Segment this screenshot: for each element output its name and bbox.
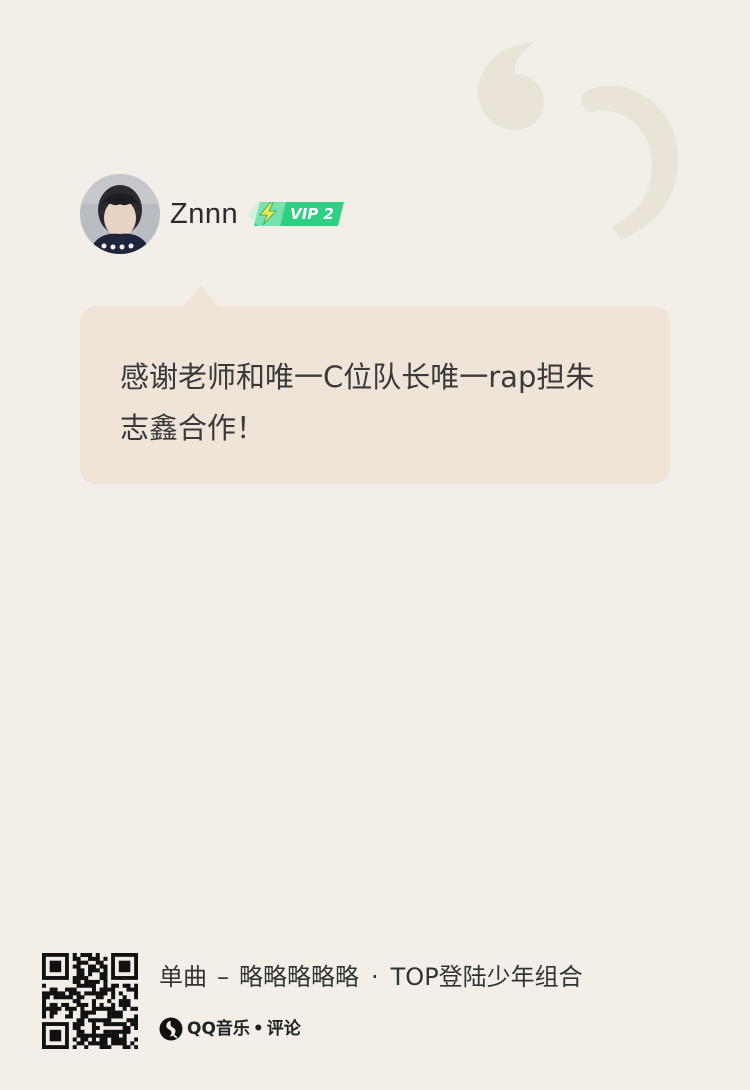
quote-decoration-icon xyxy=(470,30,690,260)
vip-label: VIP 2 xyxy=(290,205,334,223)
brand-section: 评论 xyxy=(266,1019,301,1039)
song-type: 单曲 xyxy=(159,963,207,991)
qr-code-icon xyxy=(42,953,138,1049)
bubble-tail xyxy=(183,286,219,307)
comment-author: Znnn VIP 2 xyxy=(80,174,345,254)
vip-badge: VIP 2 xyxy=(248,200,345,228)
brand-separator: • xyxy=(252,1019,264,1039)
brand-name: QQ音乐 xyxy=(187,1019,250,1039)
brand: QQ音乐 • 评论 xyxy=(159,1016,301,1042)
song-title: 略略略略略 xyxy=(239,963,359,991)
comment-text: 感谢老师和唯一C位队长唯一rap担朱志鑫合作！ xyxy=(120,360,595,445)
share-footer: 单曲 – 略略略略略 · TOP登陆少年组合 QQ音乐 • 评论 xyxy=(42,953,722,1049)
avatar[interactable] xyxy=(80,174,160,254)
song-artist: TOP登陆少年组合 xyxy=(390,963,583,991)
song-separator: · xyxy=(371,963,379,991)
song-info[interactable]: 单曲 – 略略略略略 · TOP登陆少年组合 xyxy=(159,961,583,993)
song-dash: – xyxy=(217,963,229,991)
username[interactable]: Znnn xyxy=(170,198,238,231)
comment-bubble: 感谢老师和唯一C位队长唯一rap担朱志鑫合作！ xyxy=(80,306,670,484)
qq-music-logo-icon xyxy=(159,1017,183,1041)
